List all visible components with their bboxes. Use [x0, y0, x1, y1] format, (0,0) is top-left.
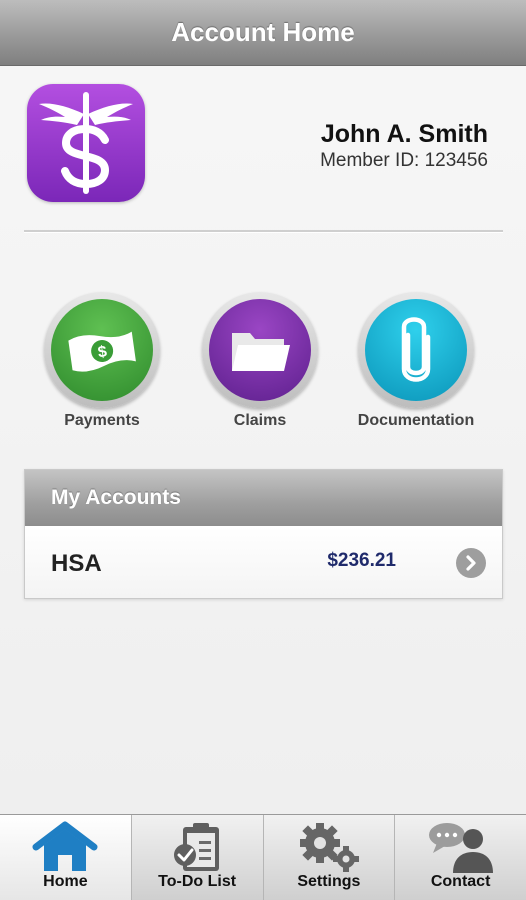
my-accounts-header: My Accounts	[25, 470, 502, 526]
page-title: Account Home	[171, 17, 355, 47]
caduceus-dollar-icon	[27, 84, 145, 202]
member-name: John A. Smith	[320, 120, 488, 148]
gears-icon	[264, 821, 395, 873]
claims-label: Claims	[233, 412, 287, 429]
my-accounts-title: My Accounts	[51, 486, 181, 509]
tab-contact[interactable]: Contact	[395, 815, 526, 900]
chat-person-icon	[395, 821, 526, 873]
tab-contact-label: Contact	[430, 873, 491, 890]
tab-todo-label: To-Do List	[158, 873, 237, 890]
money-bill-icon: $	[51, 299, 153, 401]
divider	[24, 230, 503, 233]
claims-button[interactable]: Claims	[185, 292, 335, 430]
account-row-hsa[interactable]: HSA $236.21	[25, 526, 502, 598]
documentation-button[interactable]: Documentation	[341, 292, 491, 430]
folder-icon	[209, 299, 311, 401]
title-bar: Account Home	[0, 0, 526, 66]
account-balance: $236.21	[327, 550, 396, 571]
tab-home[interactable]: Home	[0, 815, 132, 900]
payments-button[interactable]: $ Payments	[27, 292, 177, 430]
tab-settings[interactable]: Settings	[263, 815, 396, 900]
tab-home-label: Home	[43, 873, 88, 890]
bottom-tab-bar: Home To-Do List Settings Contact	[0, 814, 526, 900]
chevron-right-icon[interactable]	[456, 548, 486, 578]
documentation-label: Documentation	[357, 412, 475, 429]
tab-todo-list[interactable]: To-Do List	[131, 815, 264, 900]
member-id: Member ID: 123456	[320, 150, 488, 171]
account-name: HSA	[51, 550, 102, 577]
clipboard-check-icon	[132, 821, 263, 873]
tab-settings-label: Settings	[297, 873, 361, 890]
my-accounts-card: My Accounts HSA $236.21	[24, 469, 503, 599]
home-icon	[0, 821, 131, 873]
payments-button-ring: $	[44, 292, 160, 408]
documentation-button-ring	[358, 292, 474, 408]
paperclip-icon	[365, 299, 467, 401]
payments-label: Payments	[64, 412, 140, 429]
claims-button-ring	[202, 292, 318, 408]
